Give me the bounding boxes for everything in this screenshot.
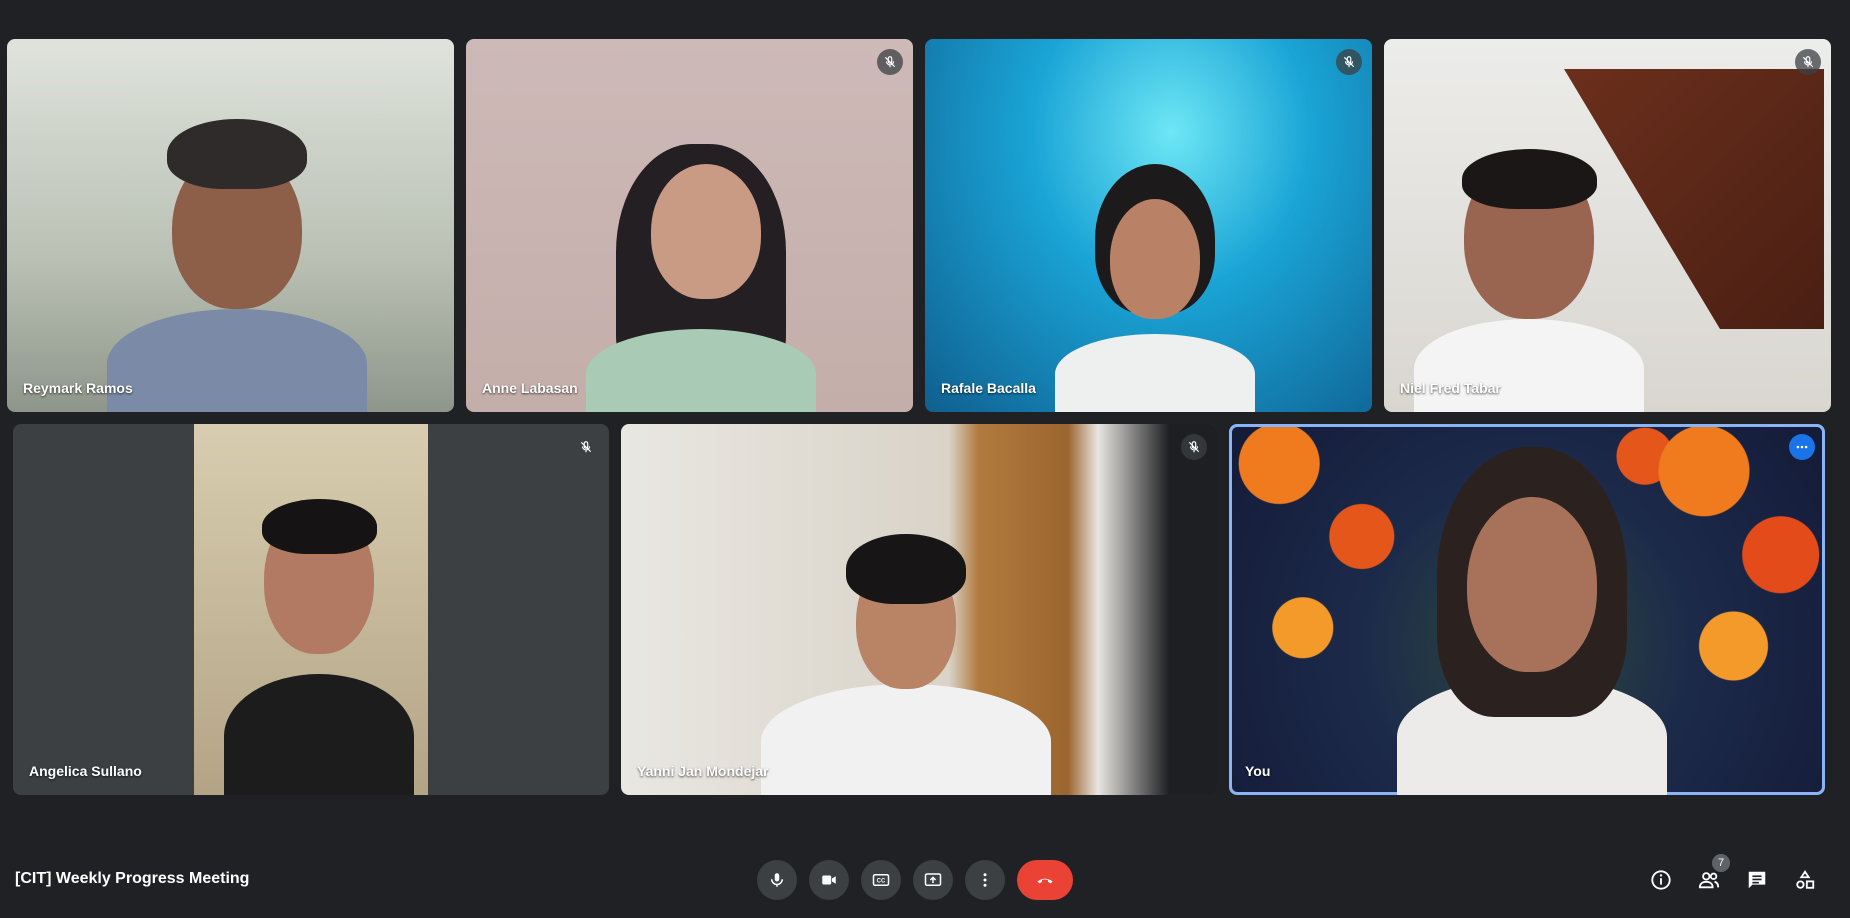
meeting-details-button[interactable]	[1649, 868, 1673, 892]
svg-text:CC: CC	[877, 879, 886, 885]
more-horizontal-icon	[1796, 445, 1808, 449]
video-feed	[194, 424, 428, 795]
muted-indicator	[1795, 49, 1821, 75]
meeting-title: [CIT] Weekly Progress Meeting	[15, 870, 250, 887]
people-icon	[1698, 872, 1720, 889]
video-feed	[1232, 427, 1822, 795]
more-options-button[interactable]	[965, 860, 1005, 900]
muted-indicator	[573, 434, 599, 460]
chat-button[interactable]	[1745, 868, 1769, 892]
person-silhouette	[97, 79, 377, 412]
participant-tile-self[interactable]: You	[1229, 424, 1825, 795]
participant-name: Reymark Ramos	[23, 380, 133, 396]
video-feed	[925, 39, 1372, 412]
participant-name: Niel Fred Tabar	[1400, 380, 1501, 396]
participant-name: Rafale Bacalla	[941, 380, 1036, 396]
participant-tile-reymark[interactable]: Reymark Ramos	[7, 39, 454, 412]
person-silhouette	[1055, 164, 1255, 412]
muted-indicator	[1181, 434, 1207, 460]
closed-captions-icon: CC	[872, 874, 890, 886]
person-silhouette	[1397, 447, 1667, 795]
tile-more-options-button[interactable]	[1789, 434, 1815, 460]
mic-off-icon	[1343, 56, 1355, 68]
microphone-icon	[771, 873, 783, 887]
more-options-icon	[983, 873, 987, 887]
captions-button[interactable]: CC	[861, 860, 901, 900]
participant-tile-rafale[interactable]: Rafale Bacalla	[925, 39, 1372, 412]
video-feed	[621, 424, 1217, 795]
chat-icon	[1748, 871, 1766, 889]
person-silhouette	[1414, 109, 1644, 412]
participant-tile-niel[interactable]: Niel Fred Tabar	[1384, 39, 1831, 412]
participant-tile-angelica[interactable]: Angelica Sullano	[13, 424, 609, 795]
end-call-icon	[1037, 878, 1053, 884]
activities-button[interactable]	[1793, 868, 1817, 892]
activities-icon	[1796, 870, 1815, 889]
participant-tile-anne[interactable]: Anne Labasan	[466, 39, 913, 412]
person-silhouette	[224, 484, 414, 795]
mic-off-icon	[1188, 441, 1200, 453]
muted-indicator	[877, 49, 903, 75]
mic-off-icon	[1802, 56, 1814, 68]
person-silhouette	[586, 109, 816, 412]
info-icon	[1651, 870, 1671, 890]
camera-button[interactable]	[809, 860, 849, 900]
participant-name: You	[1245, 763, 1271, 779]
person-silhouette	[761, 514, 1051, 795]
mic-off-icon	[580, 441, 592, 453]
video-feed	[466, 39, 913, 412]
participant-name: Anne Labasan	[482, 380, 578, 396]
muted-indicator	[1336, 49, 1362, 75]
video-feed	[7, 39, 454, 412]
participant-tile-yanni[interactable]: Yanni Jan Mondejar	[621, 424, 1217, 795]
present-button[interactable]	[913, 860, 953, 900]
video-feed	[1384, 39, 1831, 412]
end-call-button[interactable]	[1017, 860, 1073, 900]
mic-off-icon	[884, 56, 896, 68]
participant-name: Yanni Jan Mondejar	[637, 763, 769, 779]
participant-name: Angelica Sullano	[29, 763, 142, 779]
camera-icon	[822, 875, 836, 885]
microphone-button[interactable]	[757, 860, 797, 900]
participant-count-badge: 7	[1712, 854, 1730, 872]
present-screen-icon	[924, 873, 942, 886]
